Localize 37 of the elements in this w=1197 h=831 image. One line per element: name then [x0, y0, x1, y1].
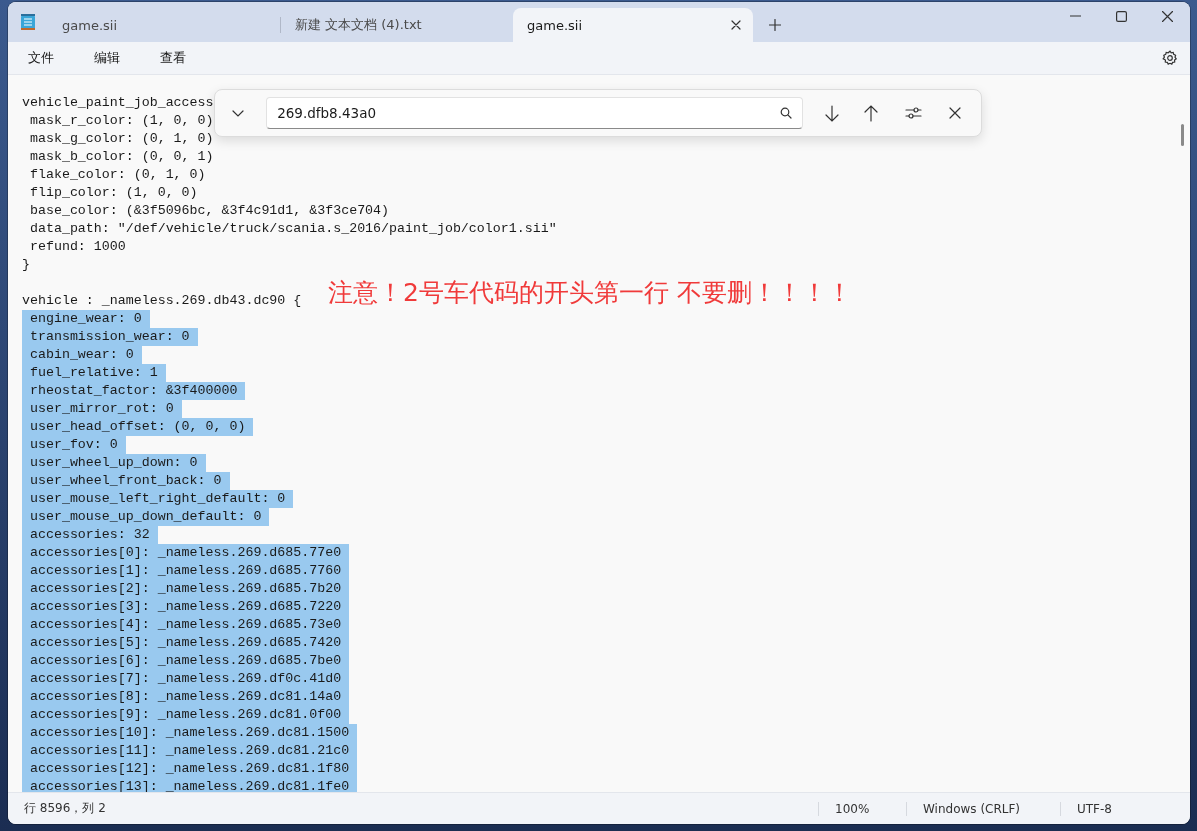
scrollbar-thumb[interactable]: [1181, 124, 1184, 146]
arrow-up-icon[interactable]: [864, 104, 879, 122]
code-line: mask_g_color: (0, 1, 0): [28, 130, 214, 148]
file-tab[interactable]: game.sii: [513, 8, 753, 42]
chevron-down-icon[interactable]: [231, 109, 244, 117]
notepad-icon: [20, 13, 36, 31]
code-line: data_path: "/def/vehicle/truck/scania.s_2016/paint_job/color1.sii": [28, 220, 557, 238]
minimize-icon[interactable]: [1069, 15, 1081, 17]
menu-item[interactable]: 编辑: [86, 45, 128, 71]
options-icon[interactable]: [904, 106, 922, 120]
code-line: vehicle_paint_job_access: [22, 94, 214, 112]
close-icon[interactable]: [1161, 10, 1173, 22]
close-icon[interactable]: [949, 107, 962, 119]
file-tab[interactable]: game.sii: [48, 8, 278, 42]
code-line: mask_b_color: (0, 0, 1): [28, 148, 214, 166]
plus-icon[interactable]: [769, 19, 781, 31]
code-line: vehicle : _nameless.269.db43.dc90 {: [22, 292, 302, 310]
menu-item[interactable]: 文件: [20, 45, 62, 71]
code-line: }: [22, 256, 30, 274]
settings-icon[interactable]: [1162, 50, 1178, 66]
code-line: base_color: (&3f5096bc, &3f4c91d1, &3f3ce704): [28, 202, 390, 220]
code-line: refund: 1000: [28, 238, 126, 256]
cursor-position: 行 8596，列 2: [23, 800, 107, 817]
code-line: flake_color: (0, 1, 0): [28, 166, 206, 184]
zoom-level: 100%: [818, 801, 906, 816]
code-line: flip_color: (1, 0, 0): [28, 184, 198, 202]
menu-item[interactable]: 查看: [152, 45, 194, 71]
line-ending: Windows (CRLF): [906, 801, 1060, 816]
search-field[interactable]: 269.dfb8.43a0: [266, 97, 803, 129]
arrow-down-icon[interactable]: [825, 104, 840, 122]
file-tab[interactable]: 新建 文本文档 (4).txt: [281, 8, 511, 42]
encoding: UTF-8: [1060, 801, 1180, 816]
search-icon[interactable]: [779, 107, 792, 119]
maximize-icon[interactable]: [1115, 10, 1127, 22]
close-icon[interactable]: [731, 20, 741, 30]
annotation-text: 注意！2号车代码的开头第一行 不要删！！！！: [328, 277, 852, 309]
code-line: mask_r_color: (1, 0, 0): [28, 112, 214, 130]
